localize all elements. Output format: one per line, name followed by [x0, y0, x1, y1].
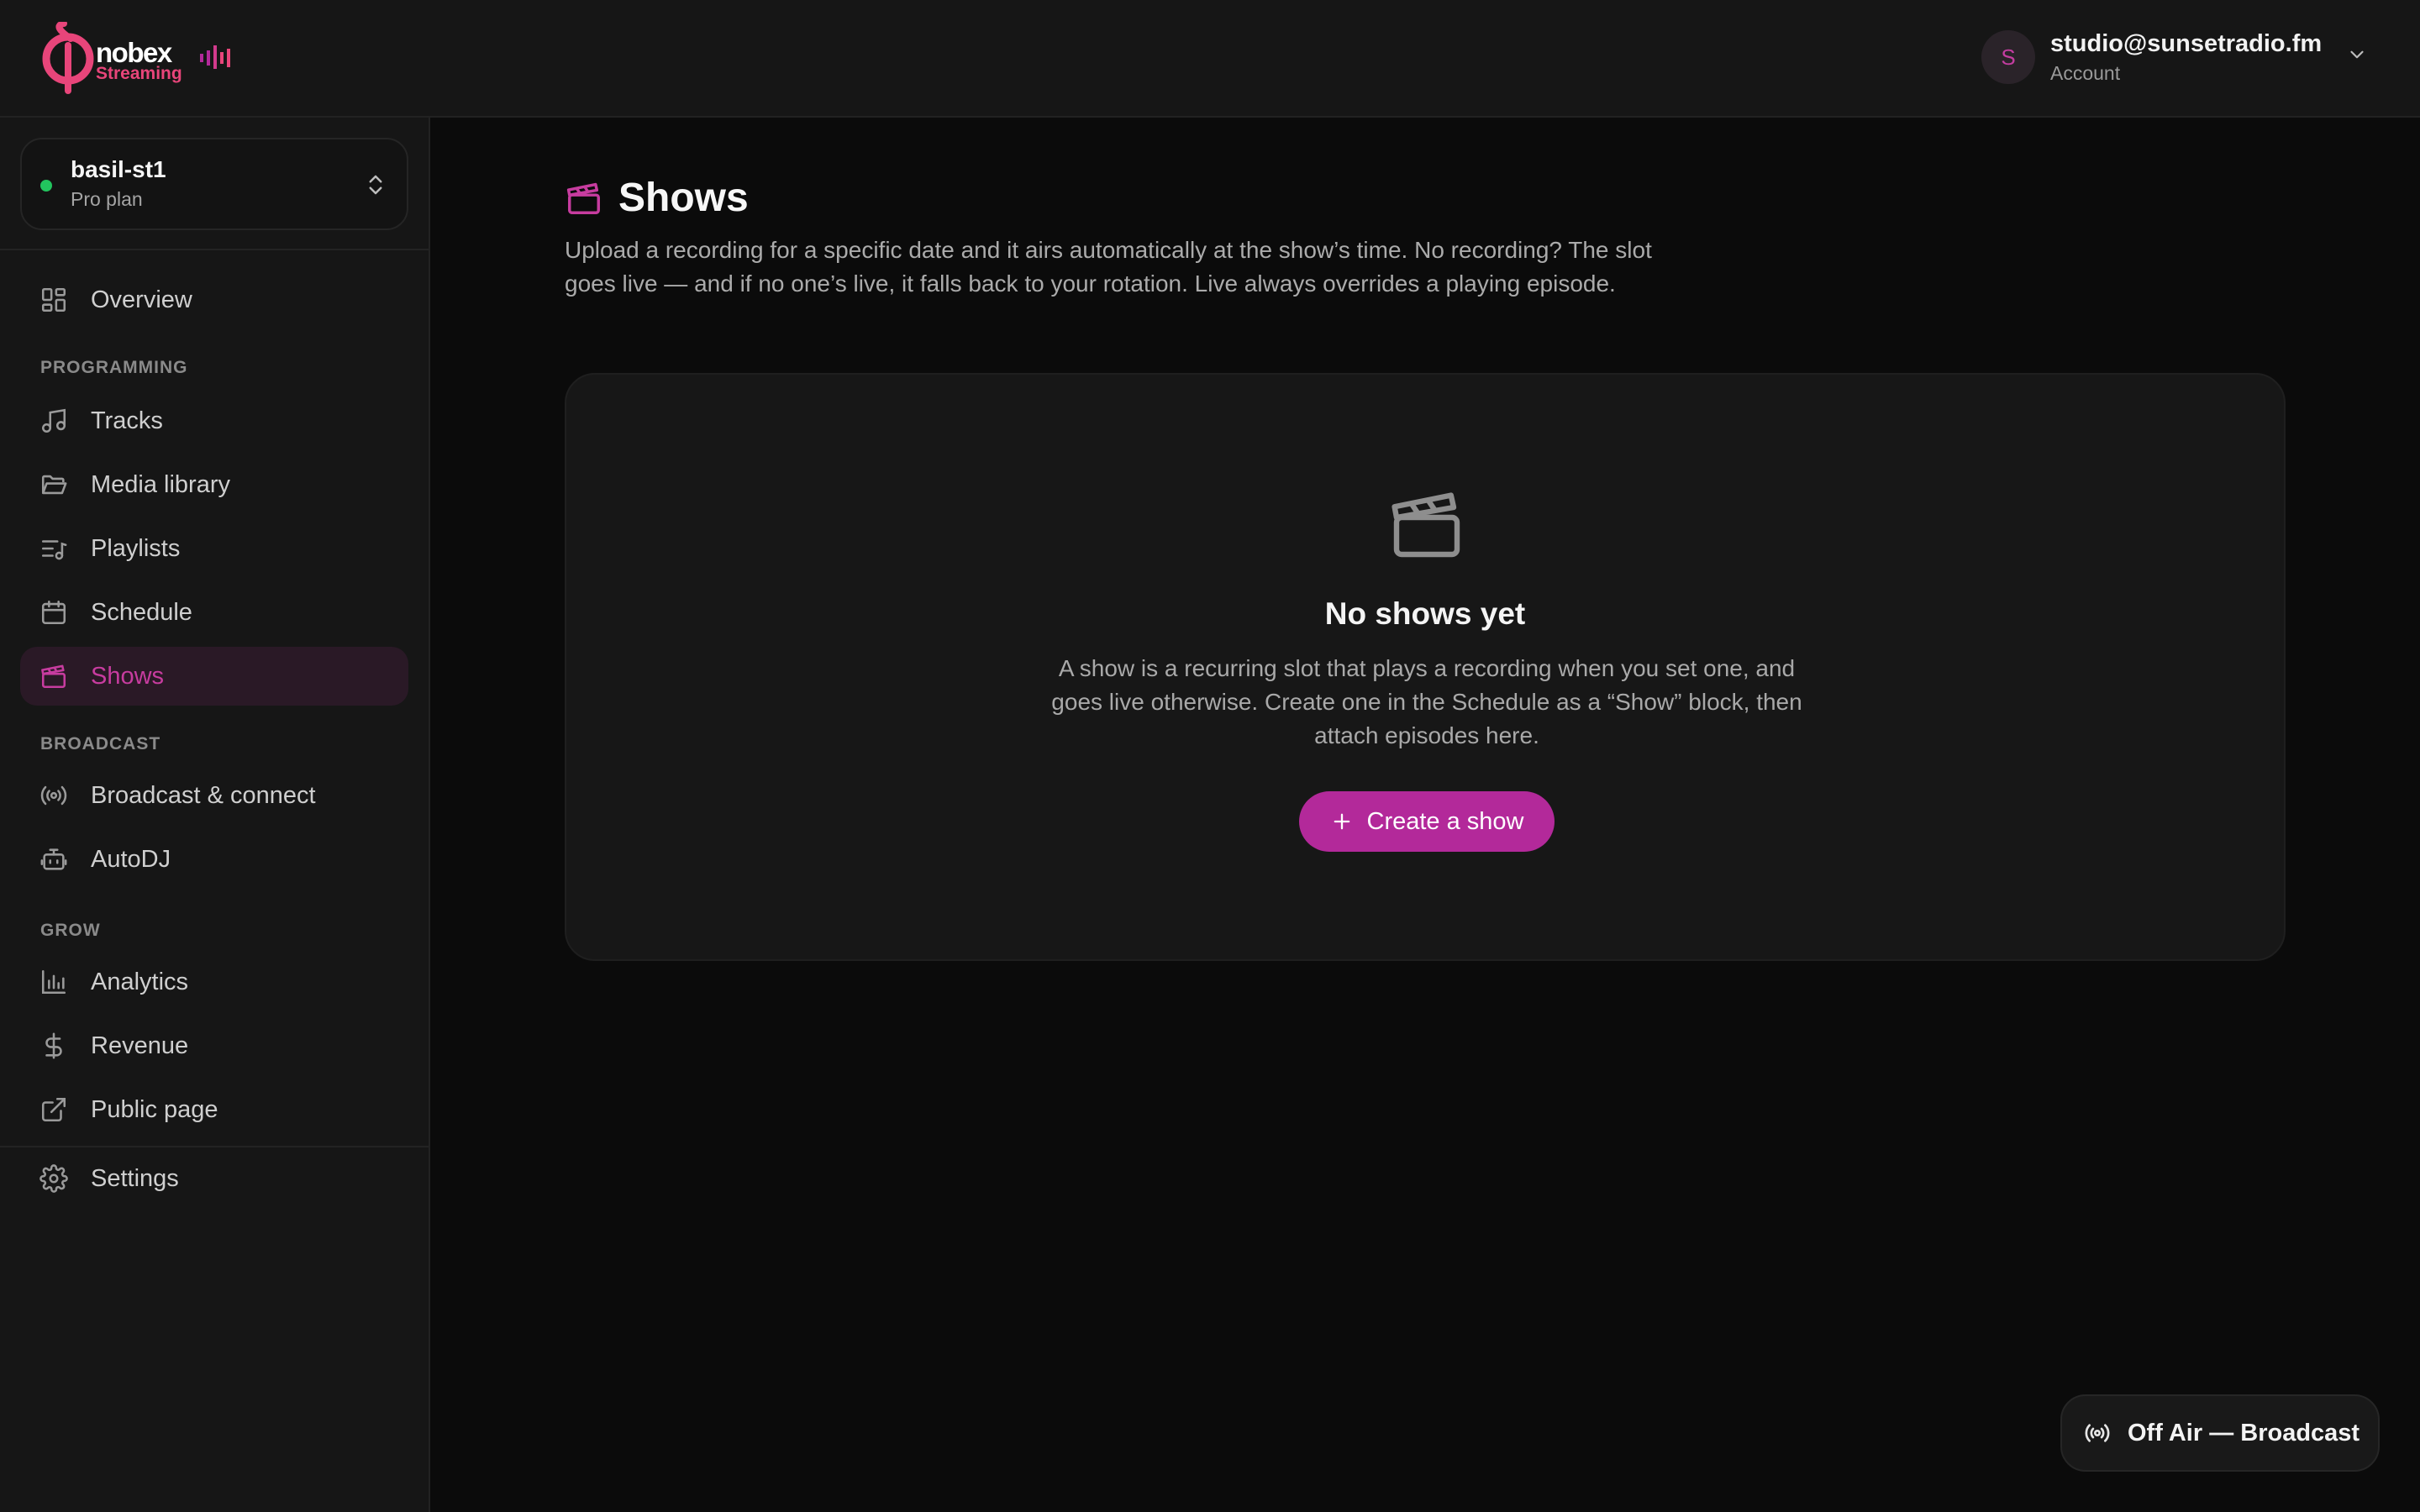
broadcast-status-label: Off Air — Broadcast — [2128, 1419, 2360, 1446]
sidebar-item-label: Playlists — [91, 534, 181, 562]
dollar-icon — [39, 1031, 69, 1061]
sidebar-item-label: Tracks — [91, 407, 163, 434]
robot-icon — [39, 844, 69, 874]
top-bar: nobex Streaming S studio@sunsetradio.fm … — [0, 0, 2420, 118]
list-music-icon — [39, 533, 69, 564]
sidebar-item-label: Settings — [91, 1164, 179, 1192]
empty-state-title: No shows yet — [1324, 596, 1526, 631]
audio-bars-icon — [200, 45, 230, 69]
sidebar-item-tracks[interactable]: Tracks — [20, 391, 408, 450]
sidebar-item-revenue[interactable]: Revenue — [20, 1016, 408, 1075]
account-label: Account — [2050, 62, 2121, 84]
plus-icon — [1334, 813, 1349, 830]
chevron-down-icon — [2350, 50, 2364, 59]
sidebar-item-overview[interactable]: Overview — [20, 270, 408, 329]
account-menu[interactable]: S studio@sunsetradio.fm Account — [1981, 29, 2368, 87]
page-title: Shows — [618, 176, 749, 220]
gear-icon — [39, 1163, 69, 1194]
sidebar-divider — [0, 249, 429, 250]
sidebar-item-public-page[interactable]: Public page — [20, 1080, 408, 1139]
sidebar-item-label: Analytics — [91, 968, 189, 995]
sidebar-item-label: Broadcast & connect — [91, 781, 316, 809]
radio-signal-icon — [39, 780, 69, 811]
account-email: studio@sunsetradio.fm — [2050, 30, 2323, 57]
sidebar-item-shows[interactable]: Shows — [20, 647, 408, 706]
empty-state-card: No shows yet A show is a recurring slot … — [565, 373, 2286, 961]
sidebar-item-label: Shows — [91, 662, 165, 690]
sidebar-item-schedule[interactable]: Schedule — [20, 583, 408, 642]
logo-mark-icon — [42, 22, 94, 94]
chevrons-up-down-icon — [369, 175, 382, 195]
logo-subtitle: Streaming — [96, 64, 182, 83]
create-show-label: Create a show — [1366, 807, 1524, 835]
sidebar-item-label: Public page — [91, 1095, 218, 1123]
page-header: Shows — [565, 175, 749, 221]
empty-state-description: A show is a recurring slot that plays a … — [1051, 655, 1802, 748]
create-show-button[interactable]: Create a show — [1299, 791, 1555, 852]
station-status-dot — [40, 180, 52, 192]
sidebar-item-media-library[interactable]: Media library — [20, 455, 408, 514]
sidebar-item-label: Media library — [91, 470, 230, 498]
section-label-broadcast: BROADCAST — [40, 734, 161, 753]
section-label-grow: GROW — [40, 921, 101, 940]
radio-signal-icon — [2085, 1424, 2110, 1442]
bar-chart-icon — [39, 967, 69, 997]
sidebar: basil-st1 Pro plan Overview PROGRAMMING … — [0, 118, 430, 1512]
avatar: S — [1981, 30, 2035, 84]
music-note-icon — [39, 406, 69, 436]
sidebar-item-settings[interactable]: Settings — [20, 1149, 408, 1208]
sidebar-divider — [0, 1146, 429, 1147]
grid-icon — [39, 285, 69, 315]
sidebar-item-autodj[interactable]: AutoDJ — [20, 830, 408, 889]
page-description: Upload a recording for a specific date a… — [565, 237, 1652, 297]
station-plan: Pro plan — [71, 188, 143, 210]
sidebar-item-analytics[interactable]: Analytics — [20, 953, 408, 1011]
section-label-programming: PROGRAMMING — [40, 358, 188, 377]
external-link-icon — [39, 1095, 69, 1125]
logo[interactable]: nobex Streaming — [40, 22, 242, 94]
sidebar-item-label: Overview — [91, 286, 192, 313]
sidebar-item-label: Revenue — [91, 1032, 189, 1059]
sidebar-item-broadcast-connect[interactable]: Broadcast & connect — [20, 766, 408, 825]
station-name: basil-st1 — [71, 156, 166, 182]
sidebar-item-label: Schedule — [91, 598, 192, 626]
clapperboard-icon — [1392, 492, 1460, 558]
broadcast-status-button[interactable]: Off Air — Broadcast — [2060, 1394, 2380, 1472]
clapperboard-icon — [566, 182, 600, 214]
sidebar-item-label: AutoDJ — [91, 845, 171, 873]
clapperboard-icon — [39, 661, 69, 691]
calendar-icon — [39, 597, 69, 627]
sidebar-item-playlists[interactable]: Playlists — [20, 519, 408, 578]
folder-open-icon — [39, 470, 69, 500]
station-switcher[interactable]: basil-st1 Pro plan — [20, 138, 408, 230]
